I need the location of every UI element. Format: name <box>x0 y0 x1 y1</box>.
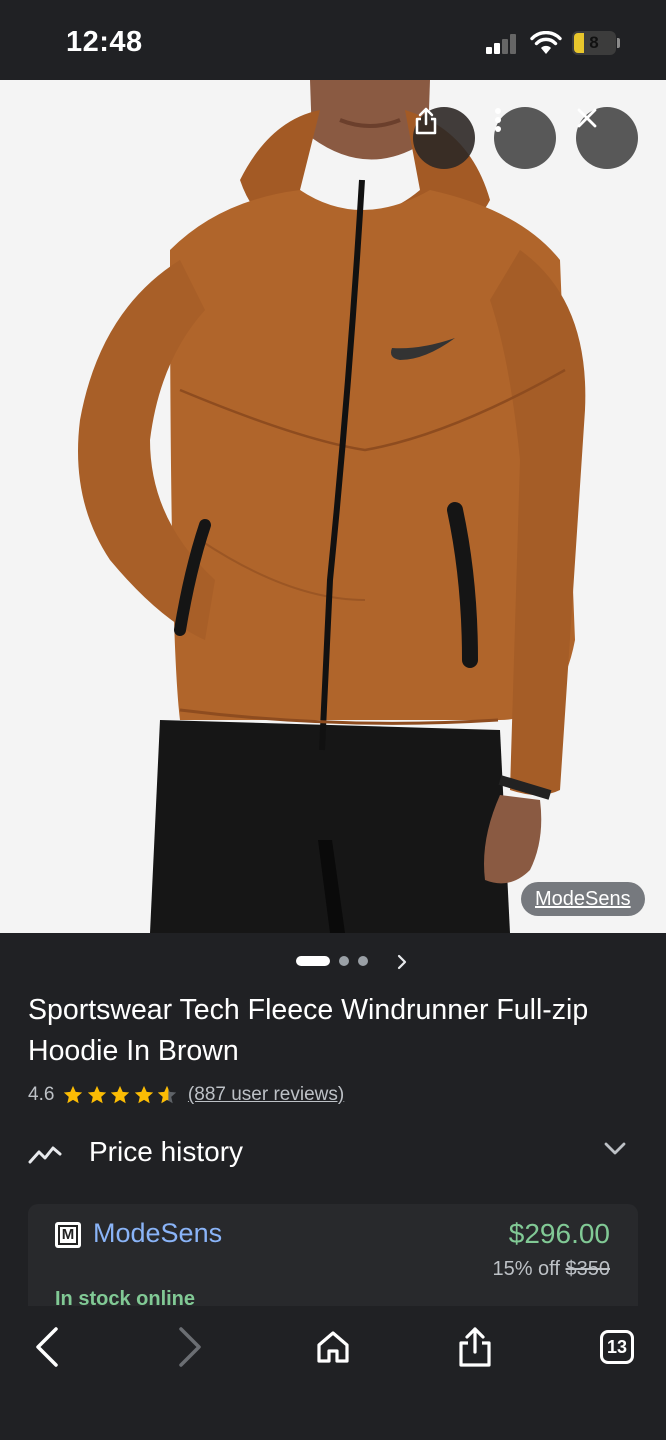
offer-card[interactable]: M ModeSens $296.00 15% off $350 In stock… <box>28 1204 638 1314</box>
carousel-dot[interactable] <box>358 956 368 966</box>
battery-level: 8 <box>589 33 599 52</box>
close-button[interactable] <box>576 107 638 169</box>
price-history-row[interactable]: Price history <box>28 1128 638 1178</box>
product-image[interactable]: ModeSens <box>0 80 666 933</box>
browser-toolbar: 13 <box>0 1306 666 1440</box>
product-title: Sportswear Tech Fleece Windrunner Full-z… <box>28 994 589 1067</box>
reviews-link[interactable]: (887 user reviews) <box>188 1084 344 1106</box>
merchant-logo: M <box>55 1222 81 1248</box>
battery-nub <box>617 38 620 48</box>
status-time: 12:48 <box>66 26 143 58</box>
star-icon <box>111 1085 130 1104</box>
tabs-icon: 13 <box>600 1330 634 1364</box>
back-button[interactable] <box>22 1322 72 1372</box>
offer-price: $296.00 <box>508 1218 610 1249</box>
share-button[interactable] <box>413 107 475 169</box>
share-icon <box>459 1327 491 1367</box>
status-bar: 12:48 8 <box>0 0 666 80</box>
star-half-icon <box>158 1085 177 1104</box>
forward-button[interactable] <box>165 1322 215 1372</box>
battery-icon: 8 <box>572 31 616 55</box>
close-icon <box>577 108 597 128</box>
rating-value: 4.6 <box>28 1084 55 1105</box>
star-rating <box>62 1084 180 1106</box>
rating-row: 4.6 (887 user reviews) <box>28 1082 344 1108</box>
cellular-signal-icon <box>486 34 520 54</box>
star-icon <box>134 1085 154 1104</box>
share-page-button[interactable] <box>450 1322 500 1372</box>
more-options-button[interactable] <box>494 107 556 169</box>
chevron-right-icon[interactable] <box>396 954 408 970</box>
trending-icon <box>28 1146 62 1164</box>
hoodie-illustration <box>78 80 586 933</box>
forward-icon <box>179 1327 201 1367</box>
image-source-link[interactable]: ModeSens <box>521 882 645 916</box>
share-icon <box>415 107 437 135</box>
discount-text: 15% off $350 <box>492 1258 610 1281</box>
more-vert-icon <box>495 108 501 132</box>
image-carousel-indicator <box>296 954 416 970</box>
star-icon <box>64 1085 83 1104</box>
merchant-name[interactable]: ModeSens <box>93 1218 222 1249</box>
carousel-dot-active[interactable] <box>296 956 330 966</box>
chevron-down-icon <box>604 1142 626 1155</box>
tabs-button[interactable]: 13 <box>592 1322 642 1372</box>
wifi-icon <box>530 31 562 54</box>
star-icon <box>87 1085 107 1104</box>
carousel-dot[interactable] <box>339 956 349 966</box>
original-price: $350 <box>565 1258 611 1280</box>
home-button[interactable] <box>308 1322 358 1372</box>
back-icon <box>36 1327 58 1367</box>
discount-percent: 15% off <box>492 1258 560 1280</box>
home-icon <box>317 1331 349 1363</box>
price-history-label: Price history <box>89 1136 244 1167</box>
